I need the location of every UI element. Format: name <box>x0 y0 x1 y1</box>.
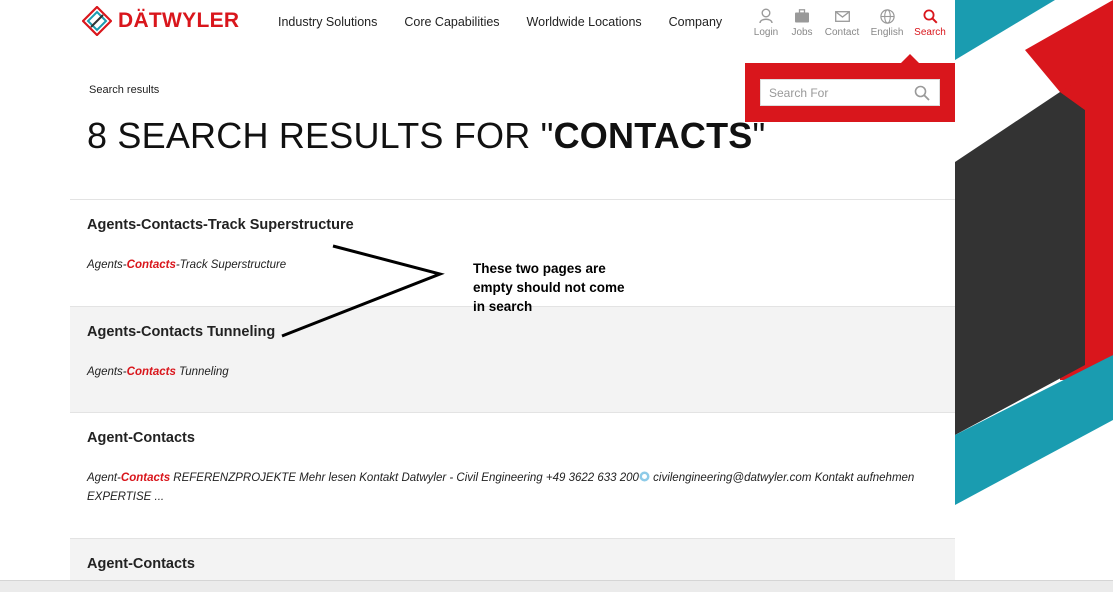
main-content: DÄTWYLER Industry Solutions Core Capabil… <box>0 0 955 592</box>
decorative-background <box>955 0 1113 592</box>
horizontal-scrollbar[interactable] <box>0 580 1113 592</box>
annotation-note: These two pages are empty should not com… <box>473 261 625 314</box>
